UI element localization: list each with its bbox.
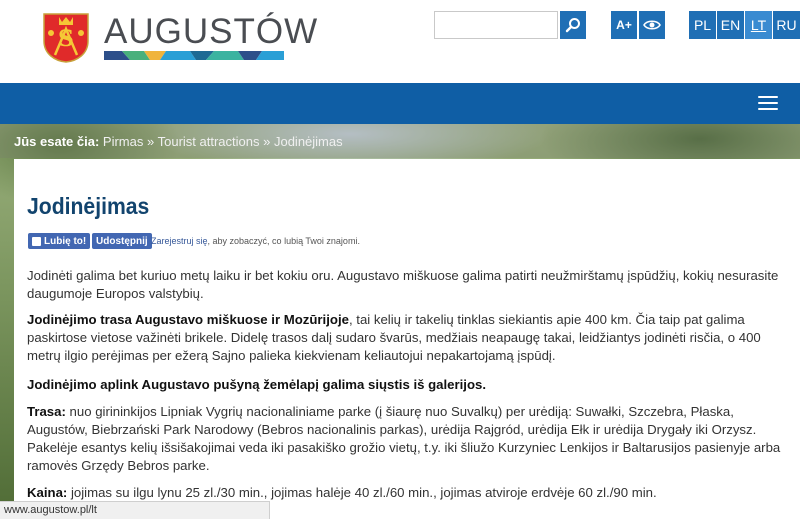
price-text: jojimas su ilgu lynu 25 zl./30 min., joj… [67,485,657,500]
lang-ru[interactable]: RU [773,11,800,39]
thumbs-up-icon [32,236,41,246]
fb-share-button[interactable]: Udostępnij [92,233,152,249]
breadcrumb: Jūs esate čia: Pirmas » Tourist attracti… [14,134,343,149]
main-nav-bar [0,83,800,124]
breadcrumb-current: Jodinėjimas [273,134,343,149]
font-size-button[interactable]: A+ [611,11,637,39]
breadcrumb-link-home[interactable]: Pirmas [103,134,143,149]
price-paragraph: Kaina: jojimas su ilgu lynu 25 zl./30 mi… [27,484,791,502]
breadcrumb-link-attractions[interactable]: Tourist attractions [158,134,260,149]
search-button[interactable] [560,11,586,39]
eye-icon [643,20,661,30]
contrast-button[interactable] [639,11,665,39]
city-crest-logo[interactable]: S [41,11,91,63]
search-icon [565,18,580,33]
route-paragraph: Trasa: nuo girininkijos Lipniak Vygrių n… [27,403,791,475]
map-paragraph: Jodinėjimo aplink Augustavo pušyną žemėl… [27,376,791,394]
search-input[interactable] [434,11,558,39]
route-text: nuo girininkijos Lipniak Vygrių nacional… [27,404,781,473]
breadcrumb-prefix: Jūs esate čia: [14,134,100,149]
map-note: Jodinėjimo aplink Augustavo pušyną žemėl… [27,377,487,392]
fb-like-button[interactable]: Lubię to! [28,233,91,249]
lang-pl[interactable]: PL [689,11,716,39]
route-label: Trasa: [27,404,66,419]
trail-heading: Jodinėjimo trasa Augustavo miškuose ir M… [27,312,349,327]
fb-register-link[interactable]: Zarejestruj się [151,236,208,246]
fb-like-label: Lubię to! [44,235,87,247]
brand-stripe-graphic [104,51,284,60]
breadcrumb-separator: » [263,134,271,149]
lang-lt[interactable]: LT [745,11,772,39]
lang-en[interactable]: EN [717,11,744,39]
site-header: S AUGUSTÓW A+ PL EN LT RU [0,0,800,83]
menu-hamburger-icon[interactable] [758,96,778,110]
brand-name[interactable]: AUGUSTÓW [104,12,318,52]
fb-register-text: , aby zobaczyć, co lubią Twoi znajomi. [207,236,360,246]
browser-status-url: www.augustow.pl/lt [0,501,270,519]
intro-paragraph: Jodinėti galima bet kuriuo metų laiku ir… [27,268,779,301]
price-label: Kaina: [27,485,68,500]
fb-social-text: Zarejestruj się, aby zobaczyć, co lubią … [151,236,360,246]
trail-paragraph: Jodinėjimo trasa Augustavo miškuose ir M… [27,311,791,365]
breadcrumb-separator: » [146,134,155,149]
page-title: Jodinėjimas [27,193,150,219]
